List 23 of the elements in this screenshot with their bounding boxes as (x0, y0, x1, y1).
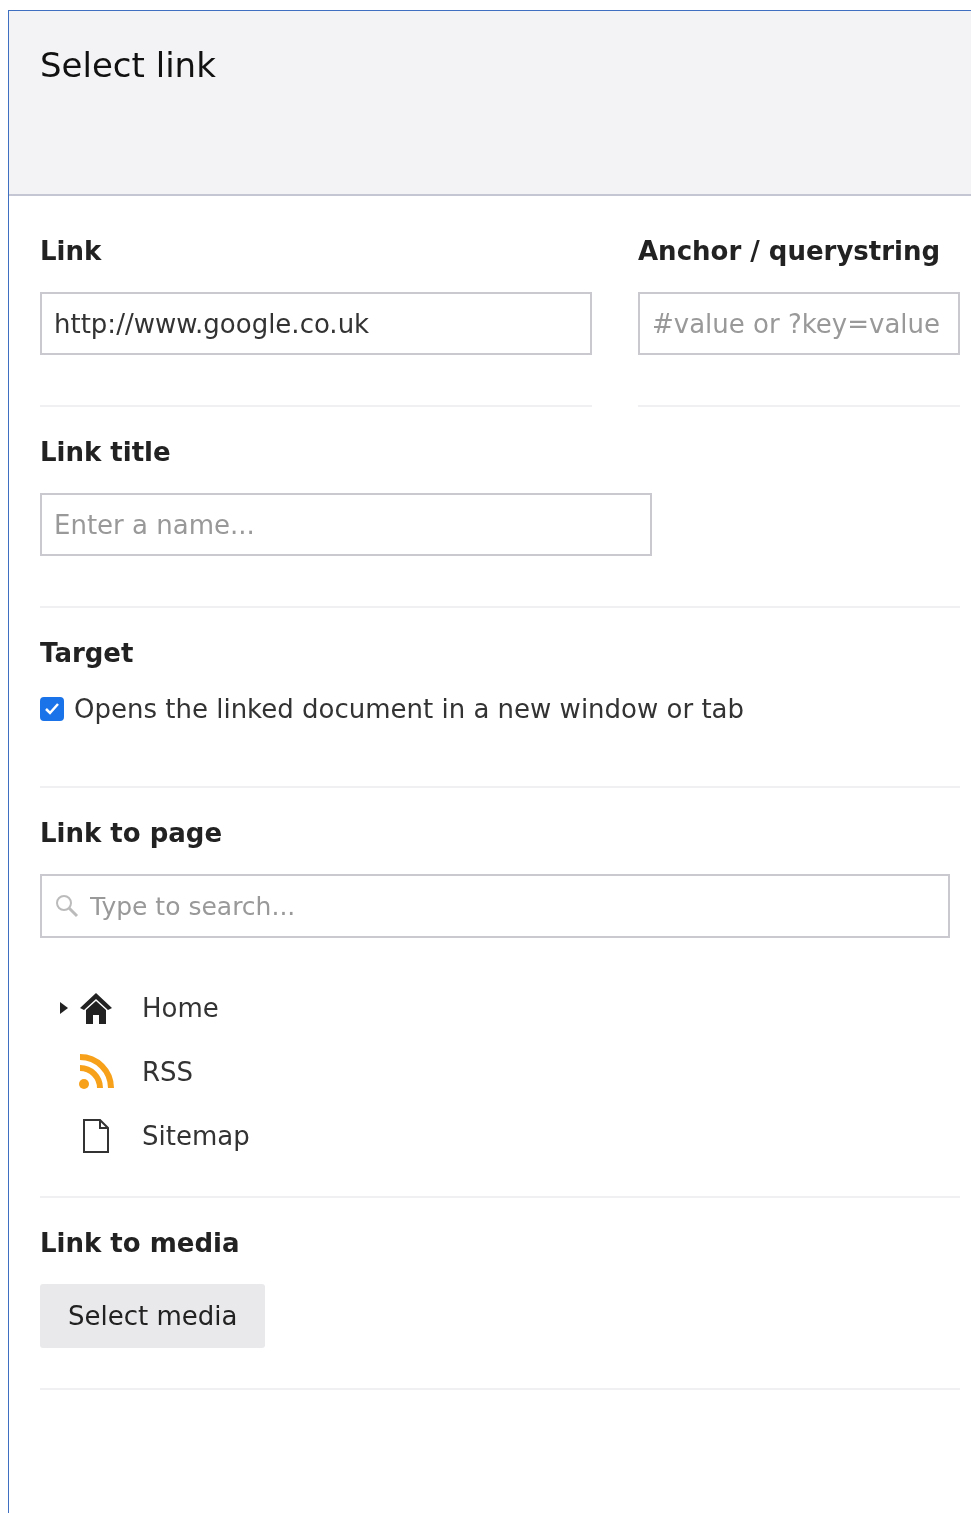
field-label: Link to page (40, 818, 224, 848)
dialog-title: Select link (40, 45, 217, 85)
anchor-field[interactable]: #value or ?key=value (638, 292, 960, 355)
field-label: Link (40, 236, 103, 266)
checkbox[interactable] (40, 697, 64, 721)
rss-icon (78, 1054, 114, 1090)
caret-icon[interactable] (59, 1002, 69, 1014)
field-label: Link title (40, 437, 172, 467)
document-icon (82, 1118, 110, 1154)
select-media-button[interactable]: Select media (40, 1284, 266, 1348)
search-icon (54, 893, 80, 919)
check-icon (44, 701, 60, 717)
field-label: Target (40, 638, 135, 668)
tree-item[interactable]: Sitemap (142, 1121, 250, 1151)
link-title-field[interactable]: Enter a name... (40, 493, 652, 556)
field-label: Link to media (40, 1228, 241, 1258)
link-field[interactable]: http://www.google.co.uk (40, 292, 592, 355)
home-icon (78, 991, 114, 1025)
tree-item[interactable]: RSS (142, 1057, 194, 1087)
checkbox-label: Opens the linked document in a new window or tab (74, 694, 745, 724)
tree-item[interactable]: Home (142, 993, 219, 1023)
search-field[interactable]: Type to search... (40, 874, 950, 938)
field-label: Anchor / querystring (638, 236, 942, 266)
